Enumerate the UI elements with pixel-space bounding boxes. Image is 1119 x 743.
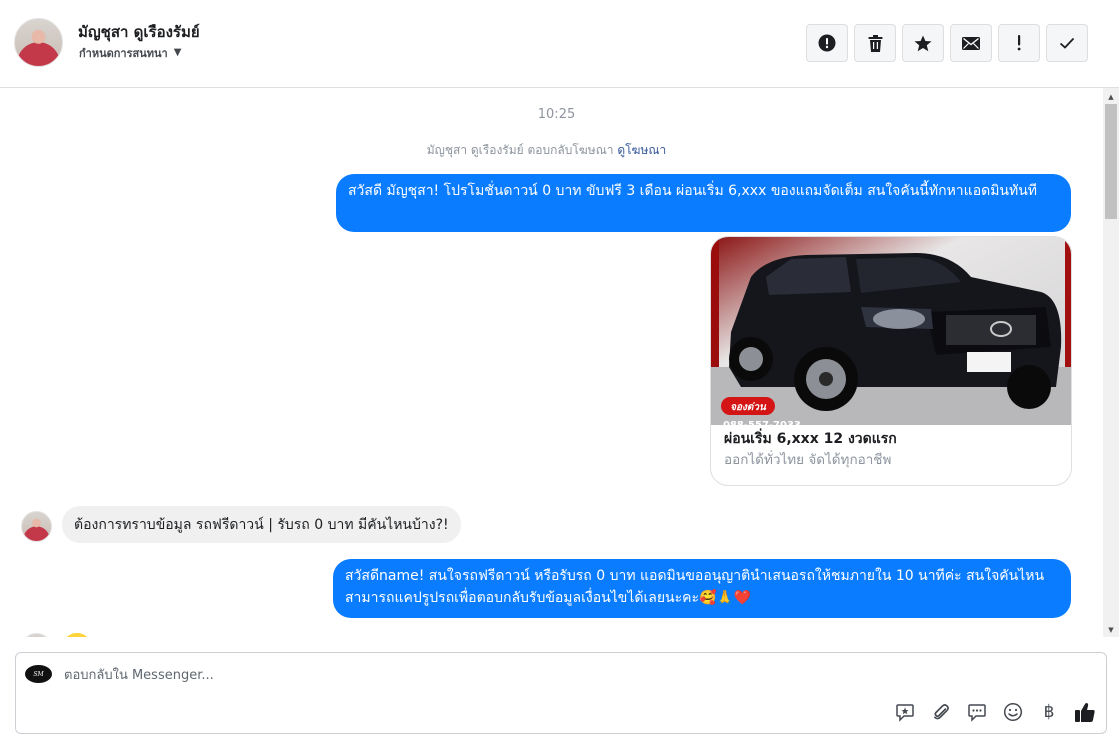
- contact-avatar[interactable]: [14, 18, 63, 67]
- follow-up-button[interactable]: [998, 24, 1040, 62]
- outgoing-message[interactable]: สวัสดีname! สนใจรถฟรีดาวน์ หรือรับรถ 0 บ…: [333, 559, 1071, 618]
- message-thread[interactable]: 10:25 มัญชุสา ดูเรืองรัมย์ ตอบกลับโฆษณา …: [0, 88, 1103, 637]
- message-timestamp: 10:25: [537, 107, 576, 122]
- ad-reply-notice: มัญชุสา ดูเรืองรัมย์ ตอบกลับโฆษณา ดูโฆษณ…: [0, 141, 1093, 160]
- scroll-down-arrow-icon[interactable]: ▼: [1103, 623, 1119, 637]
- contact-name[interactable]: มัญชุสา ดูเรืองรัมย์: [78, 20, 200, 44]
- chat-button[interactable]: [966, 701, 988, 723]
- composer-tools: ฿: [894, 701, 1096, 723]
- ad-car-image: จองด่วน 088-557-7033: [711, 237, 1071, 425]
- reply-input[interactable]: [64, 665, 844, 685]
- smiley-icon: [1003, 702, 1023, 722]
- ad-badge-text: จองด่วน: [730, 402, 767, 413]
- mark-spam-button[interactable]: [806, 24, 848, 62]
- header-actions: [806, 24, 1088, 62]
- mark-unread-button[interactable]: [950, 24, 992, 62]
- paperclip-icon: [934, 704, 949, 720]
- saved-reply-icon: [896, 704, 914, 722]
- view-ad-link[interactable]: ดูโฆษณา: [617, 143, 666, 157]
- scroll-thumb[interactable]: [1105, 104, 1117, 219]
- attach-button[interactable]: [930, 701, 952, 723]
- ad-card-subtitle: ออกได้ทั่วไทย จัดได้ทุกอาชีพ: [724, 452, 892, 468]
- conversation-header: มัญชุสา ดูเรืองรัมย์ กำหนดการสนทนา ▼: [0, 0, 1119, 88]
- check-icon: [1059, 37, 1075, 49]
- reply-composer[interactable]: SM ตอบกลับใน Messenger... ฿: [15, 652, 1107, 734]
- delete-button[interactable]: [854, 24, 896, 62]
- incoming-message[interactable]: ต้องการทราบข้อมูล รถฟรีดาวน์ | รับรถ 0 บ…: [62, 506, 461, 543]
- exclamation-icon: [1017, 35, 1021, 51]
- customer-avatar[interactable]: [21, 633, 52, 637]
- saved-reply-button[interactable]: [894, 701, 916, 723]
- assign-conversation-label: กำหนดการสนทนา: [79, 47, 168, 60]
- ad-card[interactable]: จองด่วน 088-557-7033 ผ่อนเริ่ม 6,xxx 12 …: [710, 236, 1072, 486]
- baht-icon: ฿: [1043, 702, 1055, 722]
- message-scrollbar[interactable]: ▲ ▼: [1103, 88, 1119, 637]
- emoji-button[interactable]: [1002, 701, 1024, 723]
- caret-down-icon: ▼: [173, 46, 182, 58]
- thumbs-up-icon: [1075, 703, 1095, 722]
- payment-button[interactable]: ฿: [1038, 701, 1060, 723]
- star-icon: [914, 35, 932, 51]
- ad-card-title: ผ่อนเริ่ม 6,xxx 12 งวดแรก: [724, 431, 897, 447]
- page-logo: SM: [25, 665, 52, 683]
- ad-phone-text: 088-557-7033: [723, 420, 801, 425]
- trash-icon: [868, 34, 882, 52]
- emoji-message[interactable]: [62, 633, 92, 637]
- star-button[interactable]: [902, 24, 944, 62]
- alert-circle-icon: [818, 34, 836, 52]
- envelope-icon: [962, 36, 980, 50]
- scroll-up-arrow-icon[interactable]: ▲: [1103, 90, 1119, 104]
- mark-done-button[interactable]: [1046, 24, 1088, 62]
- customer-avatar[interactable]: [21, 511, 52, 542]
- chat-bubble-icon: [968, 704, 986, 722]
- ad-reply-text: มัญชุสา ดูเรืองรัมย์ ตอบกลับโฆษณา: [426, 143, 614, 157]
- outgoing-message[interactable]: สวัสดี มัญชุสา! โปรโมชั่นดาวน์ 0 บาท ขับ…: [336, 174, 1071, 232]
- like-button[interactable]: [1074, 701, 1096, 723]
- assign-conversation-dropdown[interactable]: กำหนดการสนทนา ▼: [79, 44, 181, 62]
